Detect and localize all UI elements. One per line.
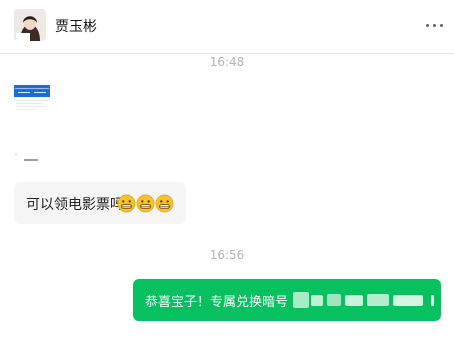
received-message-text: 可以领电影票吗	[26, 197, 124, 213]
grimace-emoji-icon	[117, 194, 136, 213]
image-message[interactable]	[14, 85, 52, 165]
more-horizontal-icon	[426, 24, 429, 27]
more-options-button[interactable]	[424, 14, 446, 36]
chat-header: 贾玉彬	[0, 0, 454, 54]
contact-avatar[interactable]	[14, 9, 46, 41]
contact-name: 贾玉彬	[55, 19, 97, 35]
timestamp: 16:48	[209, 55, 245, 69]
timestamp: 16:56	[209, 248, 245, 262]
grimace-emoji-icon	[136, 194, 155, 213]
sent-message-bubble[interactable]: 恭喜宝子！专属兑换暗号	[133, 279, 441, 321]
grimace-emoji-icon	[155, 194, 174, 213]
sent-message-text: 恭喜宝子！专属兑换暗号	[145, 295, 289, 310]
